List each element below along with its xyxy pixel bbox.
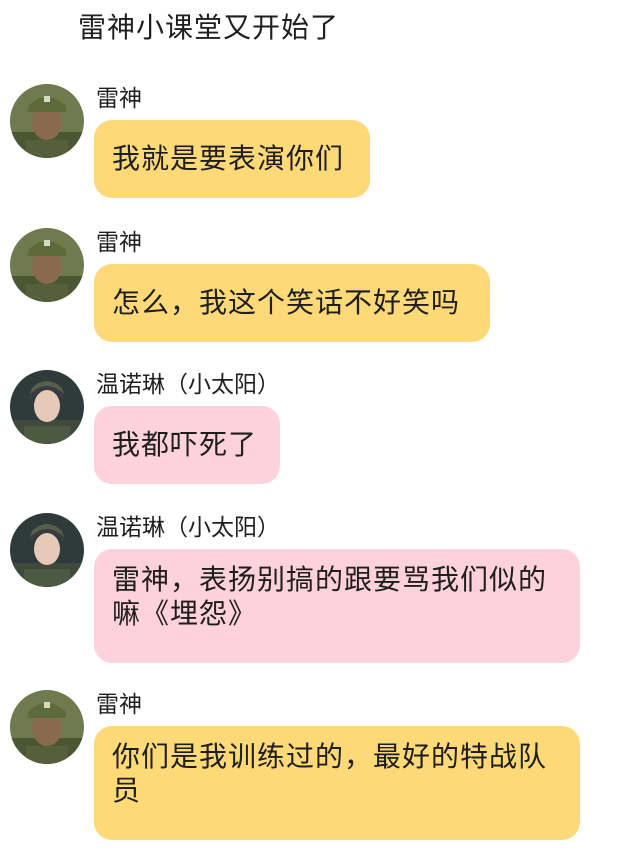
sender-name: 温诺琳（小太阳）: [96, 372, 280, 398]
message-bubble[interactable]: 我都吓死了: [94, 406, 280, 484]
message-item: 雷神 我就是要表演你们: [0, 84, 640, 200]
soldier-avatar-icon[interactable]: [10, 228, 84, 302]
message-item: 温诺琳（小太阳） 雷神，表扬别搞的跟要骂我们似的嘛《埋怨》: [0, 513, 640, 665]
sender-name: 温诺琳（小太阳）: [96, 515, 280, 541]
message-bubble[interactable]: 你们是我训练过的，最好的特战队员: [94, 726, 580, 840]
soldier-avatar-icon[interactable]: [10, 84, 84, 158]
chat-screen: 雷神小课堂又开始了 雷神 我就是要表演你们 雷神 怎么，我这个笑话不好笑吗 温诺…: [0, 0, 640, 856]
sender-name: 雷神: [96, 86, 142, 112]
sender-name: 雷神: [96, 230, 142, 256]
message-item: 雷神 怎么，我这个笑话不好笑吗: [0, 228, 640, 344]
message-bubble[interactable]: 雷神，表扬别搞的跟要骂我们似的嘛《埋怨》: [94, 549, 580, 663]
message-item: 雷神 你们是我训练过的，最好的特战队员: [0, 690, 640, 842]
chat-title: 雷神小课堂又开始了: [78, 11, 340, 44]
message-bubble[interactable]: 我就是要表演你们: [94, 120, 370, 198]
female-soldier-avatar-icon[interactable]: [10, 370, 84, 444]
soldier-avatar-icon[interactable]: [10, 690, 84, 764]
message-item: 温诺琳（小太阳） 我都吓死了: [0, 370, 640, 486]
sender-name: 雷神: [96, 692, 142, 718]
message-bubble[interactable]: 怎么，我这个笑话不好笑吗: [94, 264, 490, 342]
female-soldier-avatar-icon[interactable]: [10, 513, 84, 587]
